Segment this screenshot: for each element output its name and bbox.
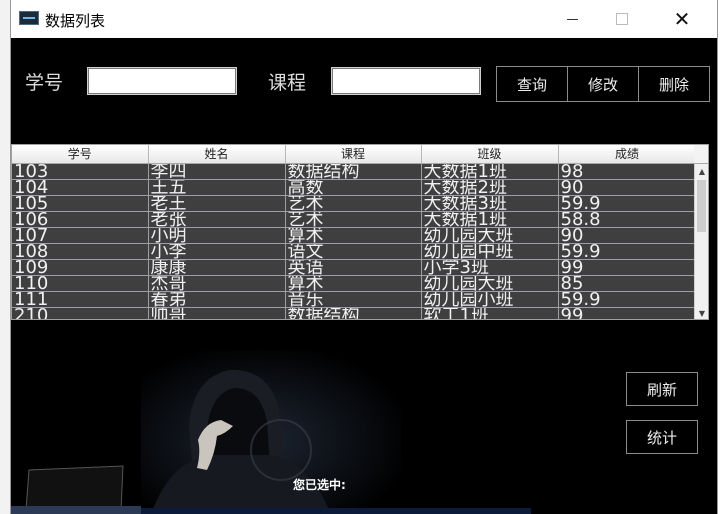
scroll-thumb[interactable]: [697, 180, 706, 232]
table-cell: 语文: [285, 243, 422, 260]
table-cell: 59.9: [558, 195, 697, 212]
table-cell: 老王: [148, 195, 286, 212]
table-row[interactable]: 105 老王 艺术 大数据3班 59.9: [12, 195, 697, 212]
table-row[interactable]: 110 杰哥 算术 幼儿园大班 85: [12, 275, 697, 292]
table-cell: 90: [558, 227, 697, 244]
modify-button[interactable]: 修改: [568, 67, 639, 101]
course-input[interactable]: [331, 67, 481, 95]
table-row[interactable]: 107 小明 算术 幼儿园大班 90: [12, 227, 697, 244]
table-cell: 幼儿园大班: [421, 227, 559, 244]
table-cell: 59.9: [558, 243, 697, 260]
table-cell: 105: [12, 195, 149, 212]
window-title: 数据列表: [45, 12, 106, 30]
table-cell: 小学3班: [421, 259, 559, 276]
table-cell: 58.8: [558, 211, 697, 228]
table-cell: 艺术: [285, 211, 422, 228]
table-cell: 杰哥: [148, 275, 286, 292]
table-cell: 老张: [148, 211, 286, 228]
student-id-label: 学号: [25, 72, 64, 94]
column-header[interactable]: 课程: [285, 145, 422, 164]
table-cell: 算术: [285, 275, 422, 292]
table-cell: 康康: [148, 259, 286, 276]
refresh-button[interactable]: 刷新: [626, 372, 698, 406]
table-cell: 106: [12, 211, 149, 228]
data-table[interactable]: 学号 姓名 课程 班级 成绩 103 李四 数据结构 大数据1班 98 104 王五 高数大…: [11, 144, 709, 320]
table-cell: 软工1班: [421, 307, 559, 319]
table-row[interactable]: 108 小李 语文 幼儿园中班 59.9: [12, 243, 697, 260]
table-cell: 幼儿园大班: [421, 275, 559, 292]
minimize-icon[interactable]: [549, 0, 595, 38]
query-button[interactable]: 查询: [497, 67, 568, 101]
table-cell: 110: [12, 275, 149, 292]
header-corner: [694, 145, 708, 164]
table-cell: 111: [12, 291, 149, 308]
table-cell: 85: [558, 275, 697, 292]
table-row[interactable]: 111 春弟 音乐 幼儿园小班 59.9: [12, 291, 697, 308]
table-cell: 大数据2班: [421, 179, 559, 196]
table-cell: 幼儿园中班: [421, 243, 559, 260]
close-icon[interactable]: ✕: [659, 0, 705, 38]
table-cell: 98: [558, 163, 697, 180]
column-header[interactable]: 成绩: [558, 145, 697, 164]
table-row[interactable]: 109 康康 英语 小学3班 99: [12, 259, 697, 276]
table-cell: 王五: [148, 179, 286, 196]
column-header[interactable]: 班级: [421, 145, 559, 164]
table-cell: 数据结构: [285, 307, 422, 319]
table-cell: 数据结构: [285, 163, 422, 180]
table-cell: 107: [12, 227, 149, 244]
table-cell: 大数据1班: [421, 163, 559, 180]
column-header[interactable]: 学号: [12, 145, 149, 164]
table-cell: 李四: [148, 163, 286, 180]
table-cell: 小李: [148, 243, 286, 260]
course-label: 课程: [268, 72, 307, 94]
title-bar: 数据列表 ✕: [11, 0, 717, 38]
app-icon: [19, 11, 39, 25]
stats-button[interactable]: 统计: [626, 420, 698, 454]
maximize-icon[interactable]: [599, 0, 645, 38]
table-cell: 大数据1班: [421, 211, 559, 228]
table-cell: 99: [558, 259, 697, 276]
table-cell: 90: [558, 179, 697, 196]
table-row[interactable]: 104 王五 高数 大数据2班 90: [12, 179, 697, 196]
delete-button[interactable]: 删除: [639, 67, 709, 101]
table-cell: 103: [12, 163, 149, 180]
background-hacker-image: [11, 330, 531, 514]
background-desktop: [0, 0, 10, 514]
table-cell: 艺术: [285, 195, 422, 212]
student-id-input[interactable]: [87, 67, 237, 95]
main-window: 数据列表 ✕ 学号 课程 查询 修改 删除 学号 姓名 课程 班级 成绩 103…: [10, 0, 718, 514]
table-cell: 109: [12, 259, 149, 276]
table-cell: 高数: [285, 179, 422, 196]
table-row[interactable]: 106 老张 艺术 大数据1班 58.8: [12, 211, 697, 228]
table-cell: 幼儿园小班: [421, 291, 559, 308]
table-cell: 99: [558, 307, 697, 319]
table-cell: 210: [12, 307, 149, 319]
table-cell: 帅哥: [148, 307, 286, 319]
table-cell: 春弟: [148, 291, 286, 308]
selection-status: 您已选中:: [293, 478, 346, 492]
table-row[interactable]: 103 李四 数据结构 大数据1班 98: [12, 163, 697, 180]
action-button-group: 查询 修改 删除: [496, 66, 710, 102]
table-cell: 59.9: [558, 291, 697, 308]
table-row[interactable]: 210 帅哥 数据结构 软工1班 99: [12, 307, 697, 319]
table-cell: 108: [12, 243, 149, 260]
scroll-up-icon[interactable]: ▲: [695, 164, 708, 178]
table-cell: 小明: [148, 227, 286, 244]
table-header-row: 学号 姓名 课程 班级 成绩: [12, 145, 697, 164]
table-cell: 音乐: [285, 291, 422, 308]
table-cell: 大数据3班: [421, 195, 559, 212]
column-header[interactable]: 姓名: [148, 145, 286, 164]
table-cell: 104: [12, 179, 149, 196]
scroll-down-icon[interactable]: ▼: [695, 306, 708, 319]
table-cell: 算术: [285, 227, 422, 244]
vertical-scrollbar[interactable]: ▲ ▼: [694, 164, 708, 319]
table-cell: 英语: [285, 259, 422, 276]
